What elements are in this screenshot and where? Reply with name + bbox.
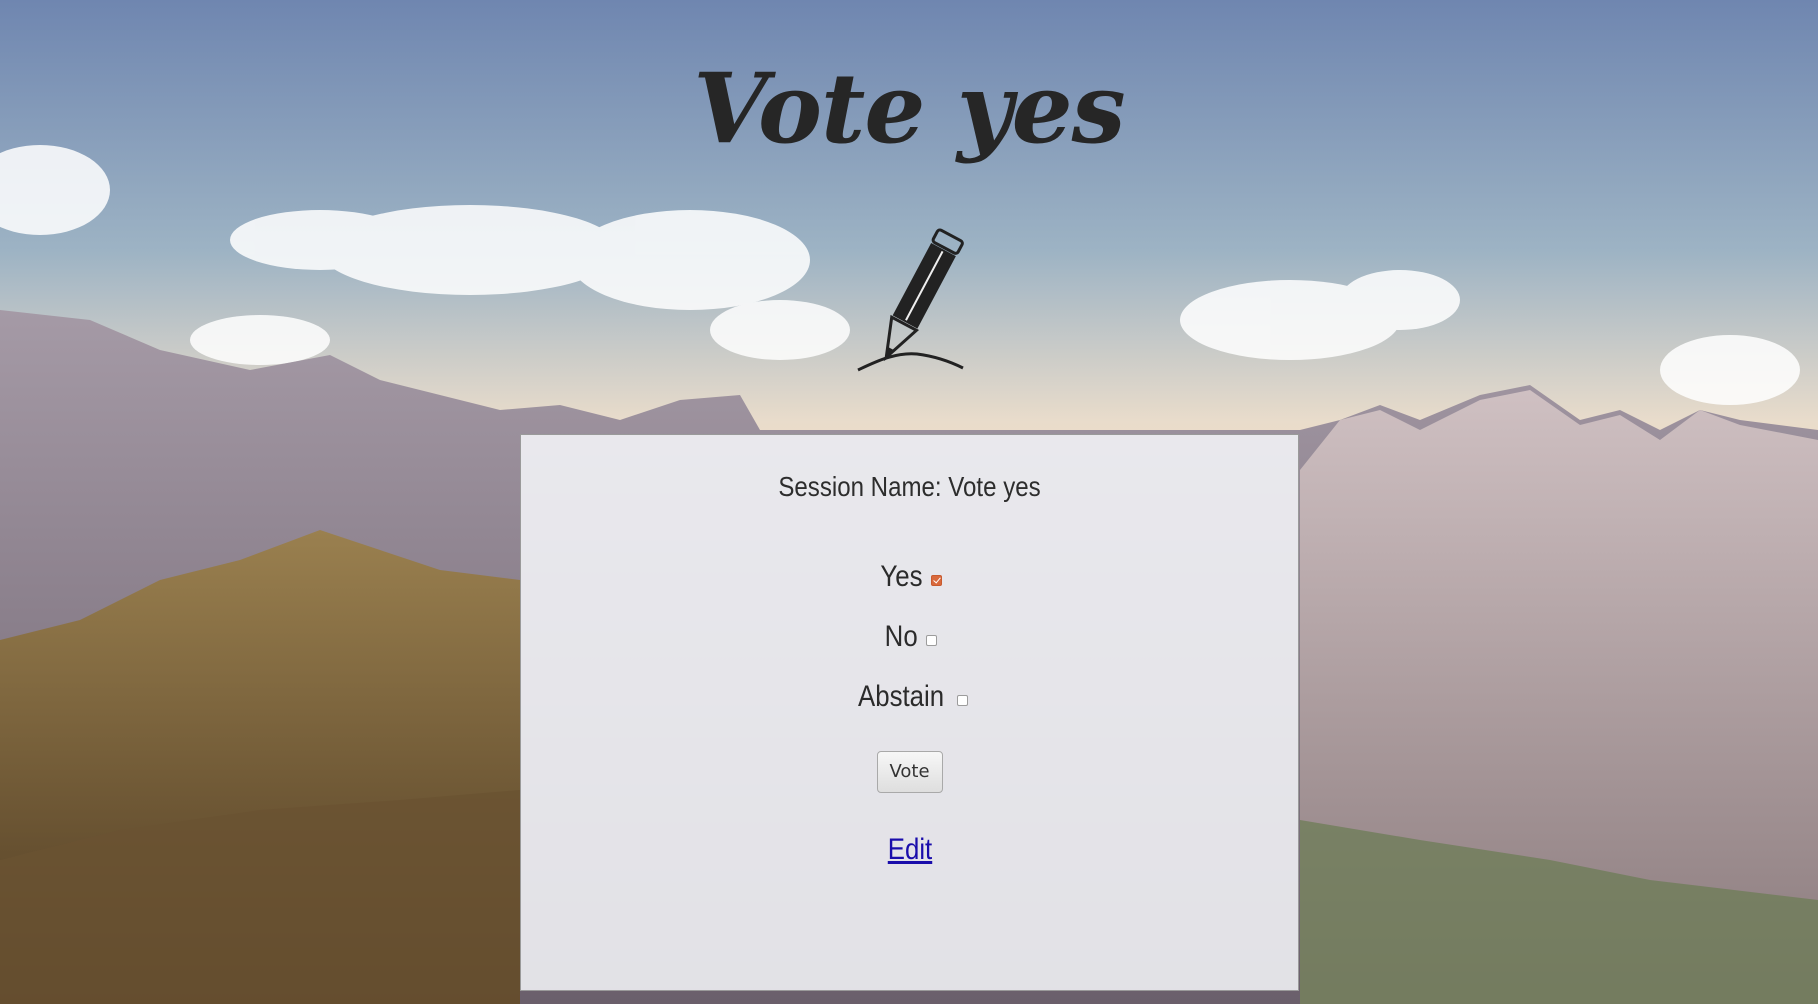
- voting-panel: Session Name: Vote yes Yes No Abstain Vo…: [520, 434, 1299, 991]
- option-yes[interactable]: Yes: [521, 547, 1298, 607]
- option-no-checkbox[interactable]: [926, 634, 938, 646]
- option-yes-label: Yes: [879, 560, 923, 593]
- option-abstain[interactable]: Abstain: [521, 667, 1298, 727]
- pencil-icon: [857, 228, 964, 372]
- option-abstain-label: Abstain: [857, 680, 945, 713]
- option-no-label: No: [884, 620, 918, 653]
- edit-link[interactable]: Edit: [884, 833, 936, 867]
- page-title: Vote yes: [693, 52, 1125, 165]
- option-abstain-checkbox[interactable]: [957, 694, 969, 706]
- option-yes-checkbox[interactable]: [931, 574, 943, 586]
- option-no[interactable]: No: [521, 607, 1298, 667]
- ballot-options: Yes No Abstain: [521, 547, 1298, 727]
- vote-button[interactable]: Vote: [876, 751, 943, 793]
- session-name: Session Name: Vote yes: [778, 471, 1041, 502]
